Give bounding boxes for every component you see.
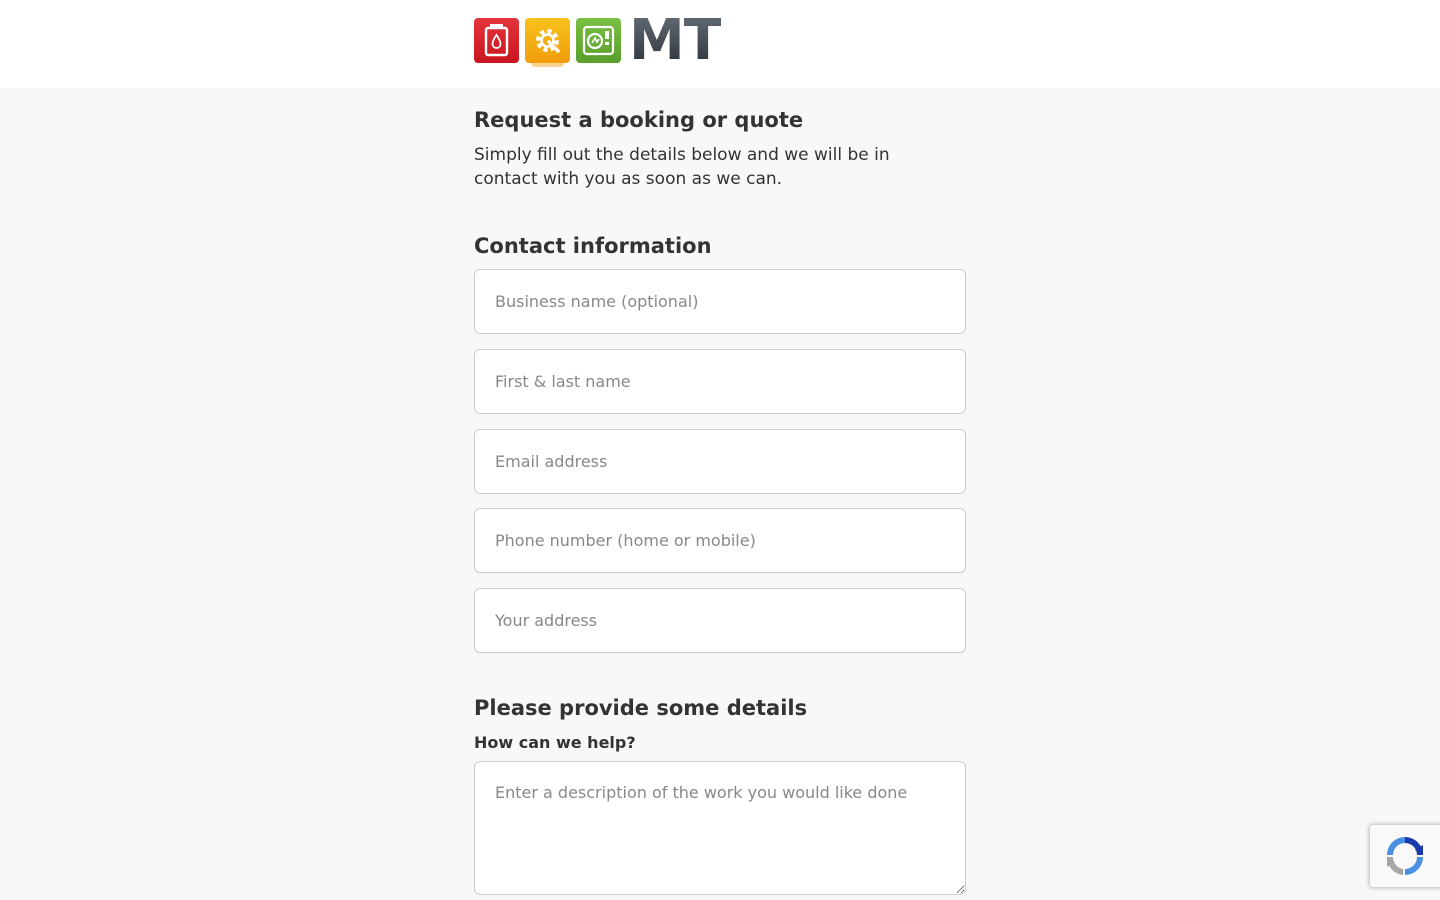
logo-wordmark: MT <box>629 8 722 73</box>
details-section-heading: Please provide some details <box>474 696 808 720</box>
address-input[interactable] <box>474 588 966 653</box>
phone-input[interactable] <box>474 508 966 573</box>
gear-wrench-icon <box>525 18 570 67</box>
email-input[interactable] <box>474 429 966 494</box>
site-logo[interactable]: MT <box>474 8 722 73</box>
business-name-input[interactable] <box>474 269 966 334</box>
contact-section-heading: Contact information <box>474 234 712 258</box>
full-name-input[interactable] <box>474 349 966 414</box>
recaptcha-icon <box>1386 837 1423 875</box>
fire-extinguisher-icon <box>474 18 519 63</box>
site-header: MT <box>0 0 1440 88</box>
recaptcha-badge[interactable] <box>1370 825 1440 887</box>
page-title: Request a booking or quote <box>474 108 804 132</box>
work-description-textarea[interactable] <box>474 761 966 895</box>
help-label: How can we help? <box>474 733 636 752</box>
intro-text: Simply fill out the details below and we… <box>474 145 890 189</box>
electrical-test-icon <box>576 18 621 63</box>
